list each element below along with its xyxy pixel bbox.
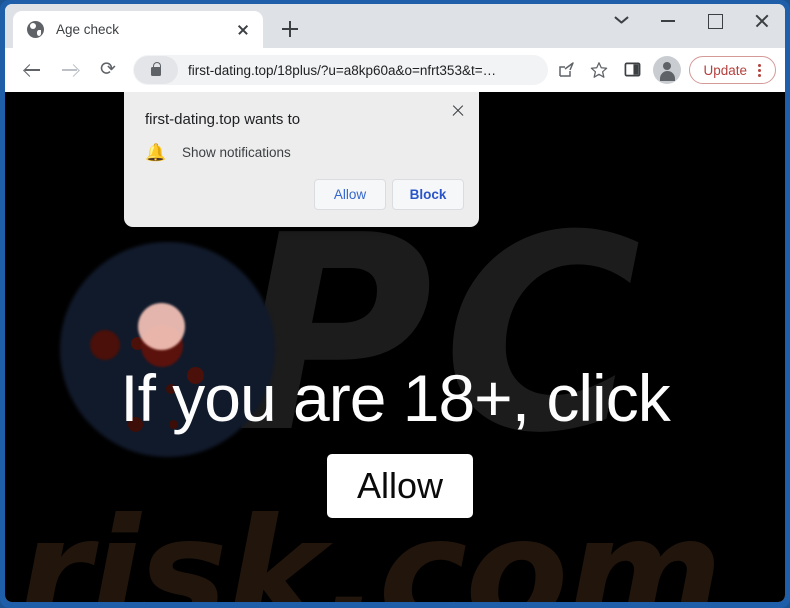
browser-toolbar: ⟳ first-dating.top/18plus/?u=a8kp60a&o=n…	[5, 48, 785, 92]
browser-window: Age check ⟳ first-dating.top/18plus/?u=a…	[0, 0, 790, 608]
tab-strip: Age check	[5, 4, 785, 48]
close-icon[interactable]	[446, 98, 470, 122]
page-headline: If you are 18+, click	[120, 361, 670, 435]
new-tab-button[interactable]	[275, 14, 305, 44]
page-viewport: PC risk.com If you are 18+, click Allow …	[5, 92, 785, 602]
decorative-dot	[90, 330, 120, 360]
browser-window-inner: Age check ⟳ first-dating.top/18plus/?u=a…	[5, 4, 785, 602]
bell-icon: 🔔	[145, 143, 167, 162]
back-button[interactable]	[17, 55, 47, 85]
tab-title: Age check	[56, 22, 120, 37]
minimize-button[interactable]	[644, 4, 691, 36]
notification-permission-dialog: first-dating.top wants to 🔔 Show notific…	[124, 92, 479, 227]
permission-option-label: Show notifications	[182, 145, 291, 160]
page-allow-button[interactable]: Allow	[327, 454, 473, 518]
address-bar[interactable]: first-dating.top/18plus/?u=a8kp60a&o=nfr…	[133, 55, 549, 85]
update-button[interactable]: Update	[689, 56, 776, 84]
close-tab-icon[interactable]	[231, 18, 255, 42]
maximize-button[interactable]	[691, 4, 738, 36]
share-icon[interactable]	[551, 55, 581, 85]
forward-button[interactable]	[55, 55, 85, 85]
permission-dialog-title: first-dating.top wants to	[145, 111, 301, 128]
tab-age-check[interactable]: Age check	[13, 11, 263, 48]
url-text: first-dating.top/18plus/?u=a8kp60a&o=nfr…	[188, 62, 497, 78]
permission-dialog-actions: Allow Block	[314, 179, 464, 210]
three-dot-menu-icon[interactable]	[747, 58, 771, 82]
close-window-button[interactable]	[738, 4, 785, 36]
permission-allow-button[interactable]: Allow	[314, 179, 386, 210]
permission-block-button[interactable]: Block	[392, 179, 464, 210]
bookmark-star-icon[interactable]	[584, 55, 614, 85]
side-panel-icon[interactable]	[617, 55, 647, 85]
permission-option-row: 🔔 Show notifications	[145, 144, 461, 161]
profile-avatar[interactable]	[653, 56, 682, 84]
decorative-dot-highlight	[138, 303, 185, 350]
chevron-down-icon[interactable]	[597, 4, 644, 36]
globe-icon	[27, 21, 44, 38]
reload-icon[interactable]: ⟳	[93, 55, 123, 85]
lock-icon[interactable]	[134, 56, 178, 84]
update-label: Update	[703, 62, 747, 78]
window-controls	[597, 4, 785, 48]
